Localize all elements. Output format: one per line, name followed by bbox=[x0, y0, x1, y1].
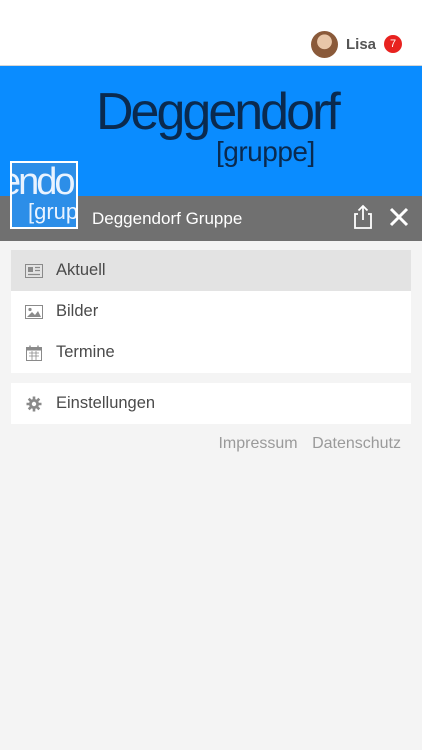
user-menu[interactable]: Lisa 7 bbox=[310, 30, 402, 58]
logo-subtitle: [gruppe] bbox=[216, 136, 315, 167]
thumbnail-text-bottom: [grup bbox=[28, 199, 78, 224]
menu-item-bilder[interactable]: Bilder bbox=[11, 291, 411, 332]
top-bar: Lisa 7 bbox=[0, 0, 422, 66]
close-icon[interactable] bbox=[386, 204, 412, 230]
user-name[interactable]: Lisa bbox=[346, 36, 376, 53]
gear-icon bbox=[25, 396, 43, 412]
group-title: Deggendorf Gruppe bbox=[92, 209, 243, 228]
avatar[interactable] bbox=[310, 30, 338, 58]
group-thumbnail: endo [grup bbox=[10, 161, 78, 229]
settings-menu: Einstellungen bbox=[11, 383, 411, 424]
menu-item-einstellungen[interactable]: Einstellungen bbox=[11, 383, 411, 424]
thumbnail-text-top: endo bbox=[12, 161, 76, 203]
calendar-icon bbox=[25, 345, 43, 361]
notification-badge[interactable]: 7 bbox=[384, 35, 402, 53]
main-menu: Aktuell Bilder Termine bbox=[11, 250, 411, 373]
banner-logo: Deggendorf [gruppe] bbox=[96, 83, 341, 167]
menu-label-bilder: Bilder bbox=[56, 302, 99, 320]
menu-label-termine: Termine bbox=[56, 343, 115, 361]
newspaper-icon bbox=[25, 263, 43, 279]
menu-label-einstellungen: Einstellungen bbox=[56, 394, 156, 412]
impressum-link[interactable]: Impressum bbox=[218, 435, 297, 452]
image-icon bbox=[25, 304, 43, 320]
menu-item-aktuell[interactable]: Aktuell bbox=[11, 250, 411, 291]
menu-label-aktuell: Aktuell bbox=[56, 261, 106, 279]
footer-links: Impressum Datenschutz bbox=[208, 435, 401, 453]
datenschutz-link[interactable]: Datenschutz bbox=[312, 435, 401, 452]
logo-word: Deggendorf bbox=[96, 83, 341, 141]
menu-item-termine[interactable]: Termine bbox=[11, 332, 411, 373]
share-icon[interactable] bbox=[350, 204, 376, 230]
